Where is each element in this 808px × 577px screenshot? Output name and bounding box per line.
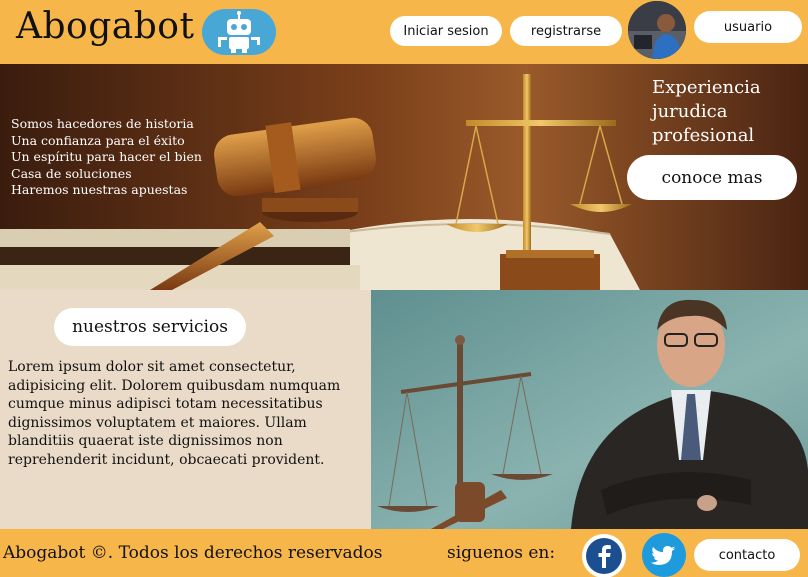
hero-line: Casa de soluciones bbox=[11, 165, 132, 181]
register-button[interactable]: registrarse bbox=[510, 16, 622, 46]
services-section: nuestros servicios Lorem ipsum dolor sit… bbox=[0, 290, 371, 529]
hero-title: Experiencia jurudica profesional bbox=[652, 76, 761, 148]
services-description: Lorem ipsum dolor sit amet consectetur, … bbox=[8, 359, 341, 468]
hero-title-line: Experiencia bbox=[652, 77, 761, 98]
copyright-text: Abogabot ©. Todos los derechos reservado… bbox=[3, 543, 383, 563]
follow-us-label: siguenos en: bbox=[447, 543, 556, 563]
hero-taglines: Somos hacedores de historia Una confianz… bbox=[11, 116, 202, 199]
hero-line: Una confianza para el éxito bbox=[11, 132, 185, 148]
services-title-button[interactable]: nuestros servicios bbox=[54, 308, 246, 346]
hero-title-line: profesional bbox=[652, 125, 755, 146]
site-header: Abogabot Iniciar sesion registrarse usua… bbox=[0, 0, 808, 64]
hero-line: Haremos nuestras apuestas bbox=[11, 182, 188, 197]
user-avatar[interactable] bbox=[628, 1, 686, 59]
robot-icon bbox=[202, 9, 276, 55]
hero-title-line: jurudica bbox=[652, 101, 728, 122]
user-button[interactable]: usuario bbox=[694, 11, 802, 43]
login-button[interactable]: Iniciar sesion bbox=[390, 16, 502, 46]
facebook-icon[interactable] bbox=[582, 534, 626, 577]
hero-line: Somos hacedores de historia bbox=[11, 116, 194, 131]
contact-button[interactable]: contacto bbox=[694, 539, 800, 571]
twitter-icon[interactable] bbox=[642, 533, 686, 577]
brand-title[interactable]: Abogabot bbox=[16, 6, 194, 47]
hero-banner: Somos hacedores de historia Una confianz… bbox=[0, 64, 808, 290]
hero-line: Un espíritu para hacer el bien bbox=[11, 149, 202, 164]
lawyer-photo bbox=[371, 290, 808, 529]
site-footer: Abogabot ©. Todos los derechos reservado… bbox=[0, 529, 808, 577]
learn-more-button[interactable]: conoce mas bbox=[627, 155, 797, 200]
